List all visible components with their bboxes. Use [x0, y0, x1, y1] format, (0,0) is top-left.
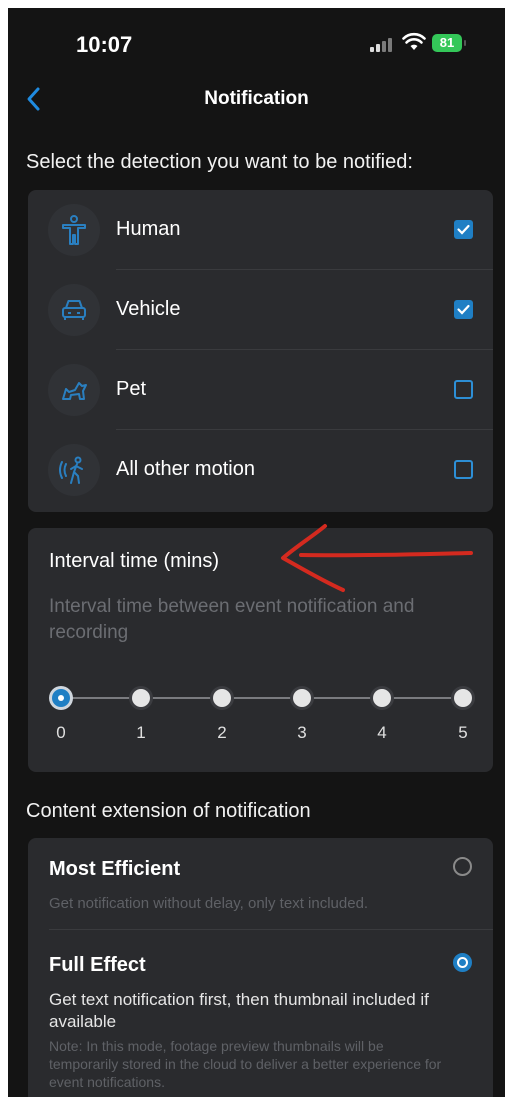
interval-slider-track[interactable] [61, 697, 463, 699]
option-description: Get notification without delay, only tex… [49, 895, 369, 912]
interval-stop[interactable] [293, 689, 311, 707]
content-extension-card: Most Efficient Get notification without … [28, 838, 493, 1097]
detection-row-motion[interactable]: All other motion [28, 430, 493, 510]
cellular-signal-icon [370, 38, 392, 52]
detection-card: Human Vehicle Pet All other motion [28, 190, 493, 512]
nav-bar: Notification [8, 78, 505, 118]
detection-row-human[interactable]: Human [28, 190, 493, 270]
human-checkbox[interactable] [454, 220, 473, 239]
car-icon [48, 284, 100, 336]
interval-tick-label: 2 [217, 723, 227, 742]
interval-title: Interval time (mins) [49, 550, 220, 572]
page-title: Notification [204, 88, 309, 109]
detection-heading: Select the detection you want to be noti… [26, 151, 413, 173]
status-bar: 10:07 81 [8, 8, 505, 78]
detection-label: Human [116, 218, 181, 240]
interval-stop[interactable] [454, 689, 472, 707]
vehicle-checkbox[interactable] [454, 300, 473, 319]
pet-checkbox[interactable] [454, 380, 473, 399]
interval-description: Interval time between event notification… [49, 596, 415, 643]
all-other-motion-checkbox[interactable] [454, 460, 473, 479]
full-effect-radio[interactable] [453, 953, 472, 972]
interval-stop[interactable] [52, 689, 70, 707]
wifi-icon [402, 32, 426, 57]
notification-screen: 10:07 81 Notification Select the detecti… [8, 8, 505, 1097]
option-note: Note: In this mode, footage preview thum… [49, 1038, 442, 1090]
interval-tick-label: 5 [458, 723, 468, 742]
motion-icon [48, 444, 100, 496]
content-extension-heading: Content extension of notification [26, 800, 311, 822]
interval-stop[interactable] [132, 689, 150, 707]
option-most-efficient[interactable]: Most Efficient Get notification without … [28, 838, 493, 930]
interval-tick-label: 3 [297, 723, 307, 742]
red-arrow-annotation [281, 524, 473, 592]
interval-tick-label: 4 [377, 723, 387, 742]
battery-icon: 81 [432, 34, 466, 52]
interval-stop[interactable] [213, 689, 231, 707]
interval-tick-label: 1 [136, 723, 146, 742]
detection-label: Pet [116, 378, 147, 400]
option-title: Most Efficient [49, 858, 181, 880]
detection-label: Vehicle [116, 298, 181, 320]
option-description: Get text notification first, then thumbn… [49, 990, 429, 1031]
interval-stop[interactable] [373, 689, 391, 707]
option-title: Full Effect [49, 954, 146, 976]
pet-icon [48, 364, 100, 416]
person-icon [48, 204, 100, 256]
interval-tick-label: 0 [56, 723, 66, 742]
detection-row-vehicle[interactable]: Vehicle [28, 270, 493, 350]
status-time: 10:07 [76, 32, 133, 57]
most-efficient-radio[interactable] [453, 857, 472, 876]
detection-row-pet[interactable]: Pet [28, 350, 493, 430]
option-full-effect[interactable]: Full Effect Get text notification first,… [28, 930, 493, 1097]
detection-label: All other motion [116, 458, 255, 480]
